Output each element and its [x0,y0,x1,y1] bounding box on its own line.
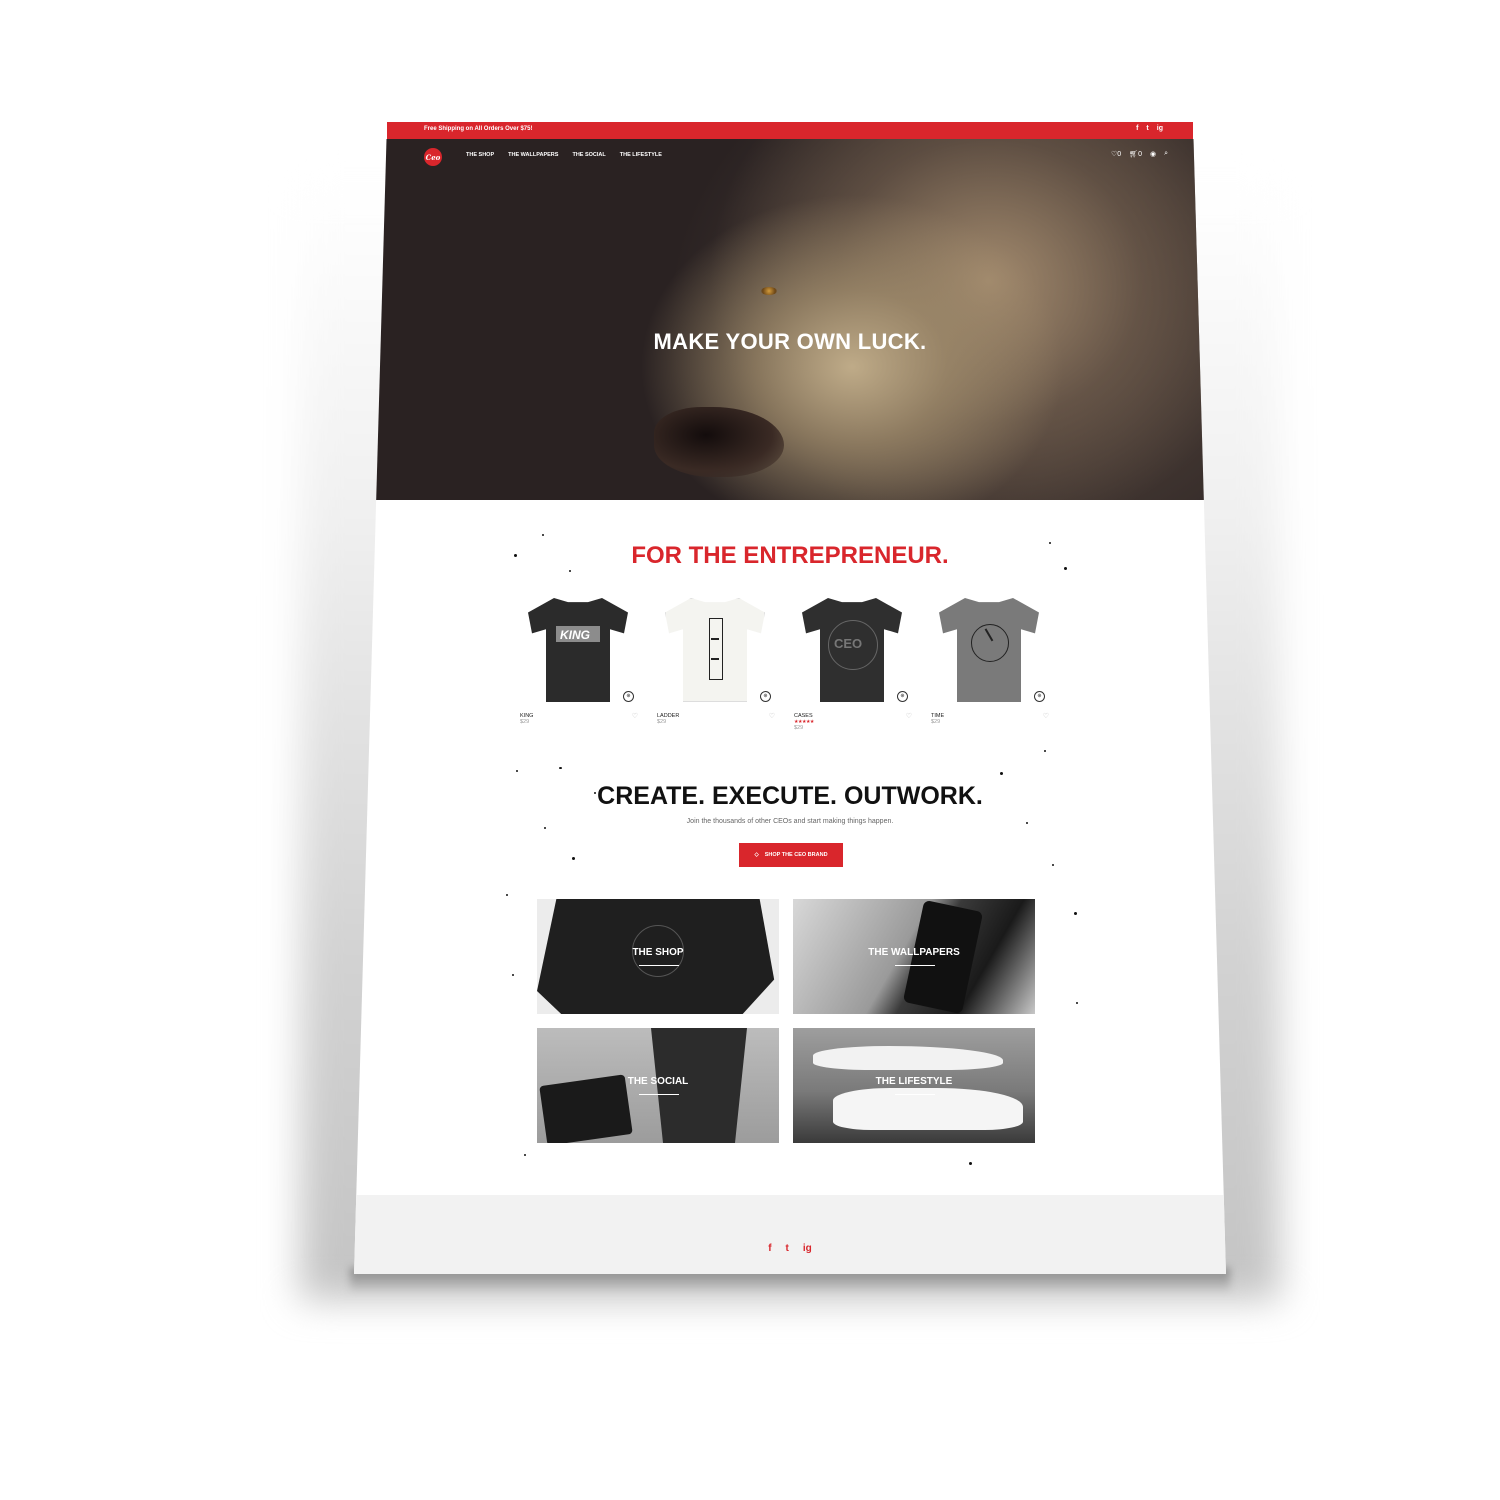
product-image[interactable]: KING ⊕ [516,592,642,710]
tile-social-label: THE SOCIAL [627,1076,689,1087]
hero-title: MAKE YOUR OWN LUCK. [653,329,927,354]
nav-icons: ♡0 🛒︎0 ◉ ⌕ [1111,150,1168,158]
tile-rule [895,1094,935,1095]
promo-title: CREATE. EXECUTE. OUTWORK. [597,782,983,810]
tile-rule [639,965,679,966]
shop-brand-button[interactable]: ◇ SHOP THE CEO BRAND [739,843,843,867]
nav-item-social[interactable]: THE SOCIAL [572,152,605,158]
cart-count: 0 [1138,151,1142,158]
instagram-icon[interactable]: ig [803,1243,812,1254]
product-card[interactable]: KING ⊕ ♡ KING $29 [516,592,642,725]
main-nav: Ceo THE SHOP THE WALLPAPERS THE SOCIAL T… [376,139,1204,173]
facebook-icon[interactable]: f [1136,125,1138,132]
nav-links: THE SHOP THE WALLPAPERS THE SOCIAL THE L… [466,152,662,158]
product-grid: KING ⊕ ♡ KING $29 ⊕ ♡ LADDER $29 CEO ⊕ ♡… [516,592,1056,742]
wishlist-icon[interactable]: ♡0 [1111,150,1121,158]
jet-photo [813,1046,1003,1070]
product-card[interactable]: ⊕ ♡ TIME $29 [927,592,1053,725]
tile-shop[interactable]: THE SHOP [537,899,779,1014]
quickview-icon[interactable]: ⊕ [760,691,771,702]
instagram-icon[interactable]: ig [1157,125,1163,132]
wishlist-heart-icon[interactable]: ♡ [1043,712,1049,720]
nav-item-shop[interactable]: THE SHOP [466,152,494,158]
tile-wallpapers-label: THE WALLPAPERS [868,947,960,958]
announcement-bar: Free Shipping on All Orders Over $75! f … [387,122,1193,139]
tile-rule [895,965,935,966]
footer-social: f t ig [354,1243,1226,1254]
wishlist-heart-icon[interactable]: ♡ [769,712,775,720]
search-icon[interactable]: ⌕ [1164,150,1168,158]
footer: f t ig [354,1195,1226,1274]
tile-social[interactable]: THE SOCIAL [537,1028,779,1143]
product-image[interactable]: ⊕ [927,592,1053,710]
wishlist-heart-icon[interactable]: ♡ [906,712,912,720]
tile-rule [639,1094,679,1095]
tile-shop-label: THE SHOP [632,947,684,958]
product-image[interactable]: ⊕ [653,592,779,710]
tile-lifestyle-label: THE LIFESTYLE [875,1076,953,1087]
account-icon[interactable]: ◉ [1150,150,1156,158]
nav-item-wallpapers[interactable]: THE WALLPAPERS [508,152,558,158]
brand-logo[interactable]: Ceo [424,148,442,166]
nav-item-lifestyle[interactable]: THE LIFESTYLE [620,152,662,158]
promo-subtitle: Join the thousands of other CEOs and sta… [686,818,894,825]
wishlist-count: 0 [1117,151,1122,158]
hero-banner: Ceo THE SHOP THE WALLPAPERS THE SOCIAL T… [376,139,1204,500]
quickview-icon[interactable]: ⊕ [623,691,634,702]
product-price: $29 [657,719,667,725]
product-card[interactable]: ⊕ ♡ LADDER $29 [653,592,779,725]
quickview-icon[interactable]: ⊕ [897,691,908,702]
shop-brand-label: SHOP THE CEO BRAND [764,852,828,858]
quickview-icon[interactable]: ⊕ [1034,691,1045,702]
product-price: $29 [520,719,530,725]
topbar-social: f t ig [1136,125,1163,132]
twitter-icon[interactable]: t [786,1243,789,1254]
website-mockup: Free Shipping on All Orders Over $75! f … [354,122,1226,1274]
tag-icon: ◇ [754,852,759,858]
cart-icon[interactable]: 🛒︎0 [1129,150,1142,158]
wishlist-heart-icon[interactable]: ♡ [632,712,638,720]
product-image[interactable]: CEO ⊕ [790,592,916,710]
tile-wallpapers[interactable]: THE WALLPAPERS [793,899,1035,1014]
product-price: $29 [794,725,804,731]
featured-title: FOR THE ENTREPRENEUR. [631,542,949,569]
product-card[interactable]: CEO ⊕ ♡ CASES ★★★★★ $29 [790,592,916,731]
product-price: $29 [931,719,941,725]
tile-lifestyle[interactable]: THE LIFESTYLE [793,1028,1035,1143]
lion-eye [761,287,777,295]
shipping-promo: Free Shipping on All Orders Over $75! [424,126,533,132]
facebook-icon[interactable]: f [768,1243,771,1254]
twitter-icon[interactable]: t [1146,125,1148,132]
